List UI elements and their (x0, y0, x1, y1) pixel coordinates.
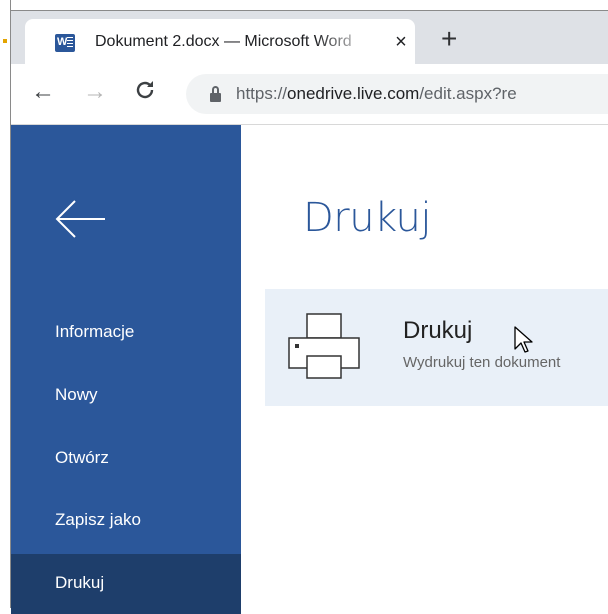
backstage-content: Drukuj Drukuj Wydrukuj ten dokument (241, 125, 608, 608)
forward-button[interactable]: → (83, 78, 107, 106)
sidebar-item-label: Drukuj (55, 573, 105, 592)
screenshot-frame: W Dokument 2.docx — Microsoft Word × + ←… (0, 0, 608, 614)
print-option-title: Drukuj (403, 317, 473, 344)
back-button[interactable]: ← (31, 78, 55, 106)
mouse-cursor-icon (513, 325, 535, 355)
browser-toolbar: ← → https://onedrive.live.com/edit.aspx?… (11, 64, 608, 125)
sidebar-item-zapisz-jako[interactable]: Zapisz jako (11, 491, 241, 551)
url-text: https://onedrive.live.com/edit.aspx?re (236, 84, 517, 104)
url-domain: onedrive.live.com (287, 84, 420, 103)
print-option-description: Wydrukuj ten dokument (403, 354, 561, 371)
marker-dot (3, 39, 7, 43)
sidebar-item-informacje[interactable]: Informacje (11, 303, 241, 363)
address-bar[interactable]: https://onedrive.live.com/edit.aspx?re (186, 74, 608, 114)
outer-margin-left (0, 0, 10, 608)
sidebar-item-otworz[interactable]: Otwórz (11, 429, 241, 489)
tab-title-fade (315, 31, 375, 57)
sidebar-item-label: Nowy (55, 385, 98, 404)
printer-icon (287, 311, 361, 381)
browser-tab[interactable]: W Dokument 2.docx — Microsoft Word × (25, 19, 415, 64)
lock-icon (210, 86, 222, 102)
sidebar-item-label: Otwórz (55, 448, 109, 467)
word-icon-lines (67, 37, 73, 49)
sidebar-item-nowy[interactable]: Nowy (11, 366, 241, 426)
reload-button[interactable] (133, 78, 157, 109)
sidebar-item-label: Informacje (55, 322, 135, 341)
sidebar-item-label: Zapisz jako (55, 510, 141, 529)
url-path: /edit.aspx?re (419, 84, 517, 103)
page-title: Drukuj (303, 195, 432, 241)
outer-margin-top (0, 0, 608, 10)
backstage-sidebar: Informacje Nowy Otwórz Zapisz jako Druku… (11, 125, 241, 614)
browser-tab-strip: W Dokument 2.docx — Microsoft Word × + (11, 11, 608, 64)
new-tab-button[interactable]: + (441, 25, 457, 53)
back-arrow-icon[interactable] (51, 195, 111, 245)
word-icon: W (55, 34, 75, 52)
url-scheme: https:// (236, 84, 288, 103)
tab-close-button[interactable]: × (391, 31, 411, 54)
sidebar-item-drukuj[interactable]: Drukuj (11, 554, 241, 614)
word-icon-letter: W (57, 36, 68, 48)
print-option[interactable]: Drukuj Wydrukuj ten dokument (265, 289, 608, 406)
reload-icon (136, 81, 154, 99)
